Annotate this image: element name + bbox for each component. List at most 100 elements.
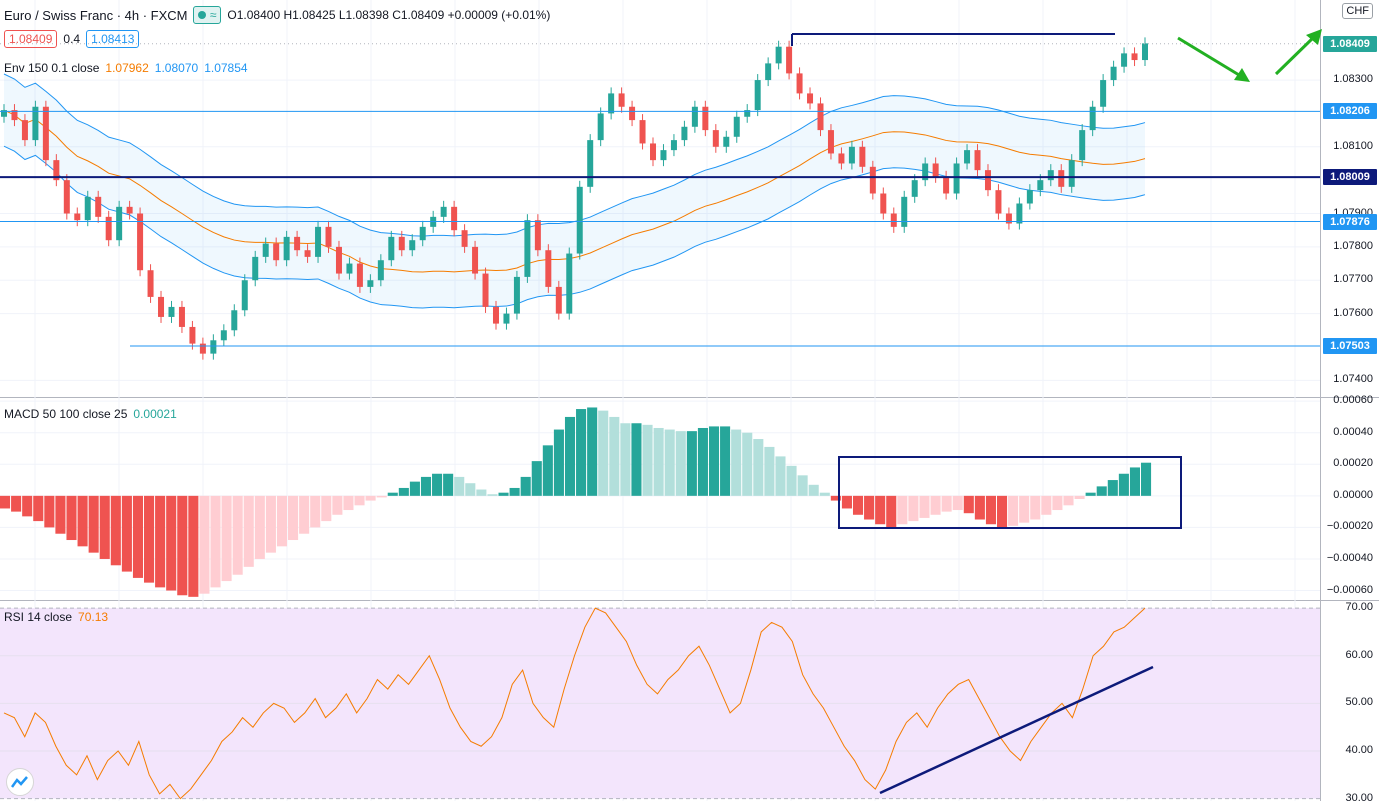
candle-body xyxy=(775,46,782,64)
rsi-legend[interactable]: RSI 14 close 70.13 xyxy=(4,610,108,624)
macd-axis-label: 0.00020 xyxy=(1333,457,1373,470)
candle-body xyxy=(660,150,667,161)
macd-histogram-bar xyxy=(764,446,775,496)
macd-histogram-bar xyxy=(620,423,631,496)
rsi-axis-label: 70.00 xyxy=(1345,601,1373,614)
candle-body xyxy=(597,113,604,141)
rsi-value: 70.13 xyxy=(78,610,109,624)
market-status-badge[interactable]: ≈ xyxy=(193,6,222,24)
candle-body xyxy=(943,176,950,194)
candle-body xyxy=(859,146,866,167)
macd-histogram-bar xyxy=(476,489,487,496)
candle-body xyxy=(1068,160,1075,187)
candle-body xyxy=(398,236,405,251)
price-level-tag: 1.08206 xyxy=(1323,103,1377,120)
price-level-tag: 1.08409 xyxy=(1323,35,1377,52)
candle-body xyxy=(953,163,960,194)
macd-histogram-bar xyxy=(498,492,509,496)
macd-histogram-bar xyxy=(210,495,221,588)
sell-price-button[interactable]: 1.08409 xyxy=(4,30,58,48)
macd-histogram-bar xyxy=(1085,492,1096,496)
candle-body xyxy=(21,120,28,141)
price-level-tag: 1.08009 xyxy=(1323,169,1377,186)
macd-histogram-bar xyxy=(985,495,996,525)
candle-body xyxy=(1079,130,1086,161)
macd-histogram-bar xyxy=(177,495,188,596)
candle-body xyxy=(786,46,793,74)
candle-body xyxy=(126,206,133,214)
candle-body xyxy=(492,306,499,324)
candle-body xyxy=(178,306,185,327)
market-open-icon xyxy=(198,11,207,19)
candle-body xyxy=(534,220,541,251)
macd-histogram-bar xyxy=(797,475,808,496)
candle-body xyxy=(848,146,855,164)
macd-histogram-bar xyxy=(110,495,121,566)
candle-body xyxy=(691,106,698,127)
macd-histogram-bar xyxy=(908,495,919,522)
candle-body xyxy=(409,240,416,251)
macd-histogram-bar xyxy=(88,495,99,553)
candle-body xyxy=(890,213,897,227)
candle-body xyxy=(513,276,520,314)
chart-canvas[interactable] xyxy=(0,0,1379,801)
macd-histogram-bar xyxy=(1107,480,1118,496)
candle-body xyxy=(1131,53,1138,61)
envelope-legend[interactable]: Env 150 0.1 close 1.07962 1.08070 1.0785… xyxy=(4,61,248,75)
candle-body xyxy=(231,310,238,331)
macd-histogram-bar xyxy=(44,495,55,528)
macd-histogram-bar xyxy=(720,426,731,496)
candle-body xyxy=(524,220,531,277)
candle-body xyxy=(210,340,217,354)
candle-body xyxy=(461,230,468,247)
macd-histogram-bar xyxy=(310,495,321,528)
candle-body xyxy=(618,93,625,107)
candle-body xyxy=(1089,106,1096,131)
tradingview-logo-icon[interactable] xyxy=(6,768,34,796)
macd-histogram-bar xyxy=(0,495,11,509)
envelope-value-3: 1.07854 xyxy=(204,61,248,75)
macd-histogram-bar xyxy=(1019,495,1030,523)
macd-histogram-bar xyxy=(409,481,420,496)
candle-body xyxy=(294,236,301,251)
macd-histogram-bar xyxy=(775,456,786,496)
macd-histogram-bar xyxy=(609,416,620,496)
macd-histogram-bar xyxy=(432,473,443,496)
candle-body xyxy=(252,256,259,281)
macd-histogram-bar xyxy=(188,495,199,597)
macd-histogram-bar xyxy=(1141,462,1152,496)
candle-body xyxy=(95,196,102,217)
macd-histogram-bar xyxy=(653,427,664,496)
buy-price-button[interactable]: 1.08413 xyxy=(86,30,140,48)
price-level-tag: 1.07503 xyxy=(1323,337,1377,354)
candle-body xyxy=(1047,170,1054,181)
candle-body xyxy=(670,140,677,151)
macd-histogram-bar xyxy=(841,495,852,509)
macd-histogram-bar xyxy=(886,495,897,528)
macd-histogram-bar xyxy=(254,495,265,559)
macd-histogram-bar xyxy=(531,461,542,496)
candle-body xyxy=(765,63,772,81)
macd-histogram-bar xyxy=(132,495,144,578)
candle-body xyxy=(1142,43,1148,61)
macd-histogram-bar xyxy=(387,492,398,496)
macd-histogram-bar xyxy=(598,410,609,496)
candle-body xyxy=(545,250,552,287)
candle-body xyxy=(199,343,206,354)
candle-body xyxy=(807,93,814,104)
candle-body xyxy=(1100,80,1107,107)
candle-body xyxy=(158,296,165,317)
candle-body xyxy=(1005,213,1012,224)
macd-histogram-bar xyxy=(941,495,952,512)
currency-button[interactable]: CHF xyxy=(1342,3,1373,19)
macd-histogram-bar xyxy=(1074,495,1085,499)
macd-histogram-bar xyxy=(487,494,498,496)
macd-histogram-bar xyxy=(963,495,974,514)
macd-legend[interactable]: MACD 50 100 close 25 0.00021 xyxy=(4,407,177,421)
candle-body xyxy=(472,246,479,274)
macd-histogram-bar xyxy=(332,495,343,515)
candle-body xyxy=(566,253,573,314)
candle-body xyxy=(105,216,112,241)
candle-body xyxy=(116,206,123,241)
macd-histogram-bar xyxy=(930,495,941,515)
